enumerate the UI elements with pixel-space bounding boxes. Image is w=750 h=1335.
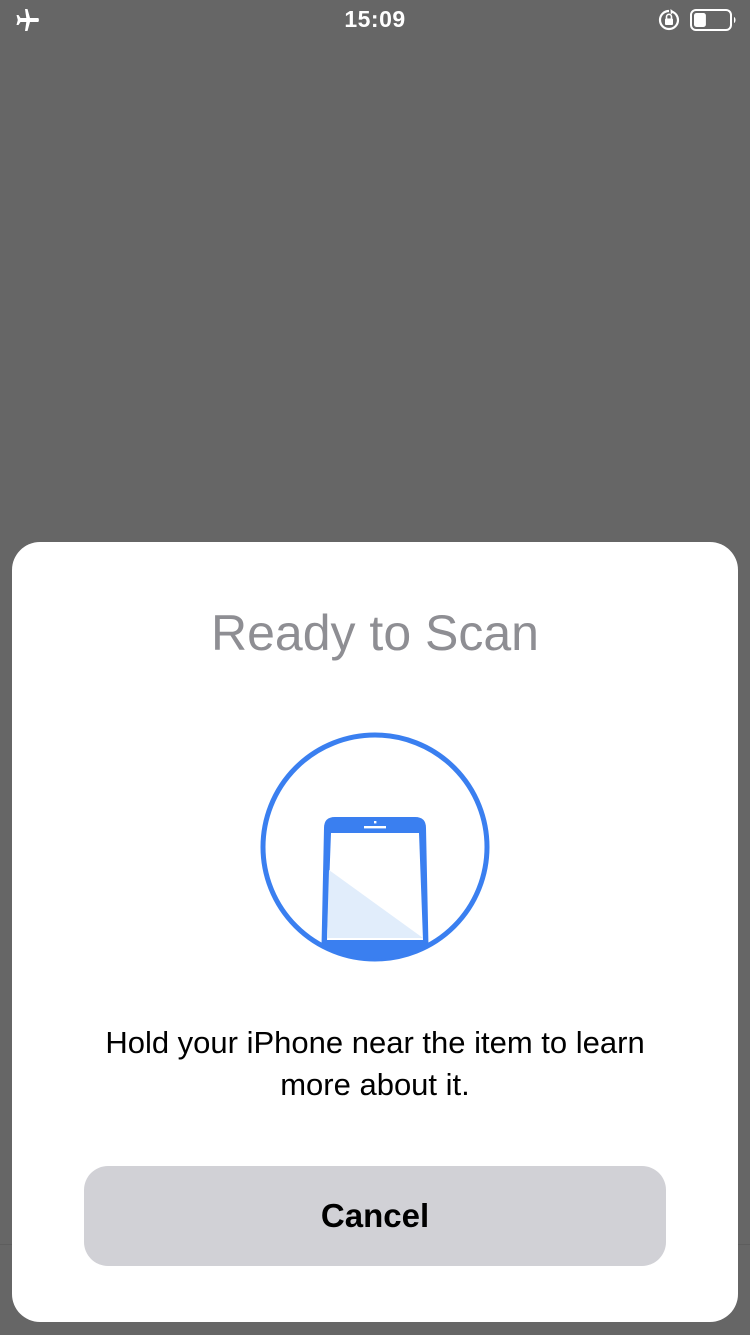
status-time: 15:09 xyxy=(344,6,406,32)
phone-scan-icon xyxy=(258,730,492,964)
orientation-lock-icon xyxy=(657,8,681,32)
instructions-text: Hold your iPhone near the item to learn … xyxy=(105,1025,645,1102)
battery-icon xyxy=(690,8,738,32)
cancel-button[interactable]: Cancel xyxy=(84,1166,666,1266)
status-bar: 15:09 xyxy=(0,0,750,40)
sheet-title: Ready to Scan xyxy=(211,605,539,661)
